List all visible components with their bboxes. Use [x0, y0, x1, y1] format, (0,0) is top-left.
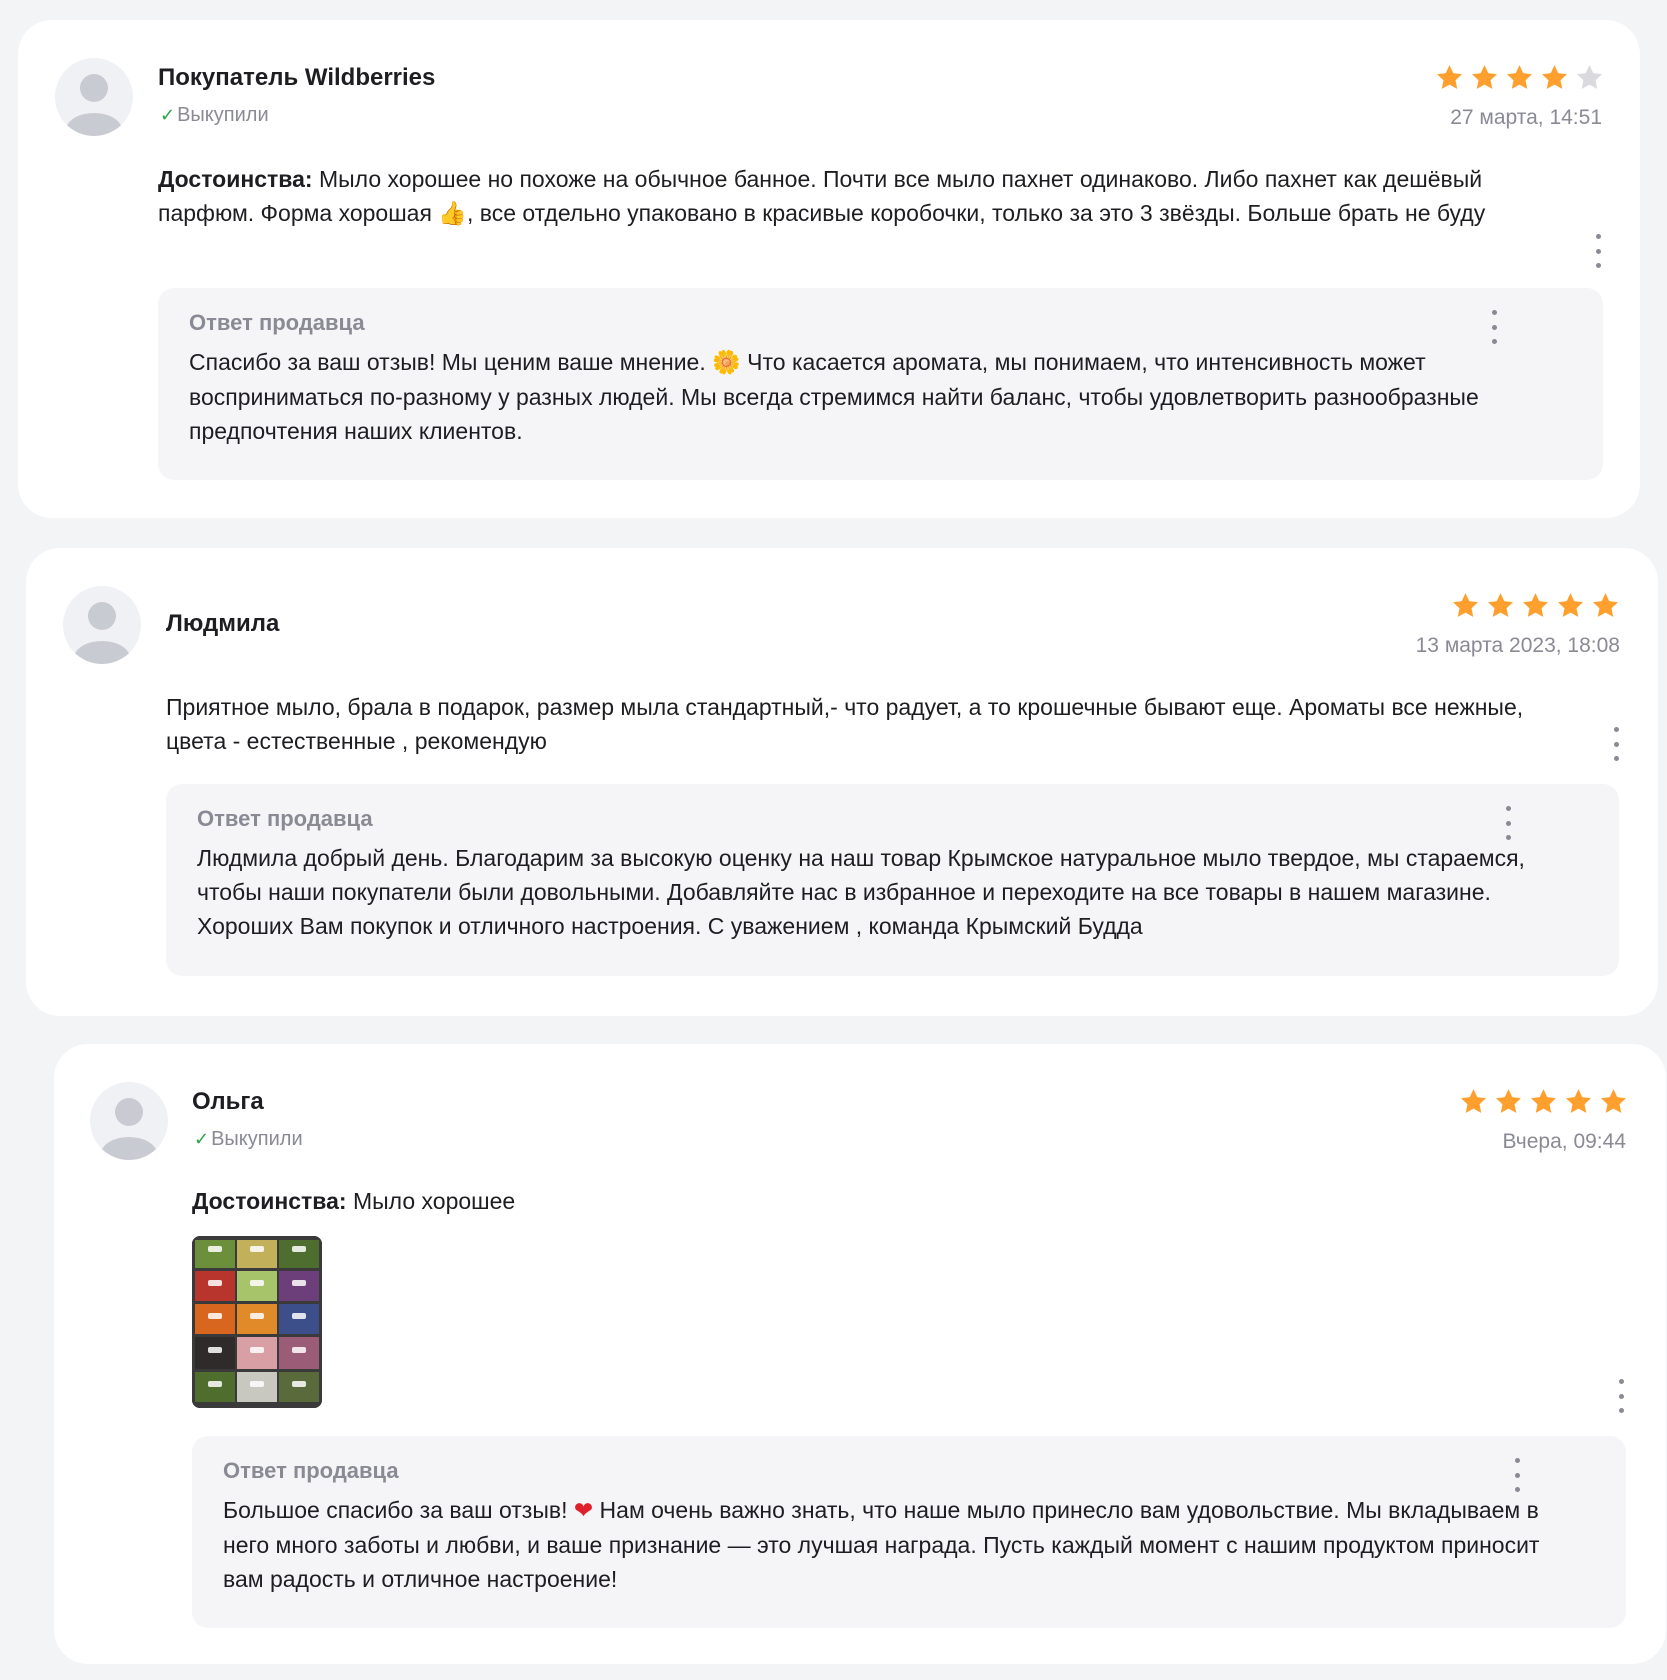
review-menu-icon[interactable]: [1614, 1379, 1628, 1413]
review-date: 13 марта 2023, 18:08: [1415, 634, 1620, 657]
reply-text-part: Большое спасибо за ваш отзыв!: [223, 1497, 574, 1523]
author-name: Покупатель Wildberries: [158, 64, 436, 91]
reply-text: Людмила добрый день. Благодарим за высок…: [197, 845, 1525, 939]
star-icon: [1523, 593, 1548, 617]
review-menu-icon[interactable]: [1609, 727, 1623, 761]
seller-reply: Ответ продавца Людмила добрый день. Благ…: [166, 784, 1619, 976]
reply-title: Ответ продавца: [223, 1458, 399, 1483]
reply-text: Спасибо за ваш отзыв! Мы ценим ваше мнен…: [189, 345, 1549, 448]
review-text: Достоинства: Мыло хорошее: [192, 1184, 1532, 1218]
purchase-status-label: Выкупили: [177, 104, 269, 126]
star-icon: [1531, 1089, 1556, 1113]
author-name: Людмила: [166, 610, 280, 637]
purchase-status: ✓ Выкупили: [194, 1128, 303, 1151]
review-text: Приятное мыло, брала в подарок, размер м…: [166, 694, 1524, 754]
star-icon: [1488, 593, 1513, 617]
rating-stars: [1451, 591, 1620, 620]
star-icon: [1461, 1089, 1486, 1113]
check-icon: ✓: [194, 1129, 210, 1149]
star-icon: [1453, 593, 1478, 617]
star-icon: [1472, 65, 1497, 89]
review-card: Ольга ✓ Выкупили Вчера, 09:44 Достоинств…: [54, 1044, 1666, 1664]
user-avatar-icon: [55, 58, 133, 136]
author-name: Ольга: [192, 1088, 264, 1115]
star-icon: [1566, 1089, 1591, 1113]
review-card: Покупатель Wildberries ✓ Выкупили 27 мар…: [18, 20, 1640, 518]
star-icon: [1577, 65, 1602, 89]
pros-label: Достоинства:: [158, 166, 313, 192]
purchase-status-label: Выкупили: [211, 1128, 303, 1150]
star-icon: [1437, 65, 1462, 89]
review-date: Вчера, 09:44: [1502, 1130, 1626, 1153]
review-text: Достоинства: Мыло хорошее но похоже на о…: [158, 162, 1508, 231]
reply-menu-icon[interactable]: [1510, 1458, 1524, 1492]
heart-emoji: ❤: [573, 1498, 594, 1524]
pros-label: Достоинства:: [192, 1188, 347, 1214]
star-icon: [1496, 1089, 1521, 1113]
review-menu-icon[interactable]: [1591, 234, 1605, 268]
seller-reply: Ответ продавца Спасибо за ваш отзыв! Мы …: [158, 288, 1603, 480]
purchase-status: ✓ Выкупили: [160, 104, 269, 127]
seller-reply: Ответ продавца Большое спасибо за ваш от…: [192, 1436, 1626, 1628]
review-photo[interactable]: [192, 1236, 322, 1408]
user-avatar-icon: [90, 1082, 168, 1160]
rating-stars: [1435, 63, 1604, 92]
star-icon: [1507, 65, 1532, 89]
star-icon: [1593, 593, 1618, 617]
review-date: 27 марта, 14:51: [1450, 106, 1602, 129]
review-card: Людмила 13 марта 2023, 18:08 Приятное мы…: [26, 548, 1658, 1016]
reply-text-part: Спасибо за ваш отзыв! Мы ценим ваше мнен…: [189, 349, 713, 375]
check-icon: ✓: [160, 105, 176, 125]
reply-menu-icon[interactable]: [1487, 310, 1501, 344]
thumbs-up-emoji: 👍: [438, 201, 467, 227]
reply-menu-icon[interactable]: [1501, 806, 1515, 840]
reply-text: Большое спасибо за ваш отзыв! ❤ Нам очен…: [223, 1493, 1543, 1596]
star-icon: [1542, 65, 1567, 89]
reply-title: Ответ продавца: [197, 806, 373, 831]
review-text-part: , все отдельно упаковано в красивые коро…: [466, 200, 1486, 226]
rating-stars: [1459, 1087, 1628, 1116]
user-avatar-icon: [63, 586, 141, 664]
star-icon: [1558, 593, 1583, 617]
review-text-part: Мыло хорошее: [346, 1188, 516, 1214]
reply-title: Ответ продавца: [189, 310, 365, 335]
star-icon: [1601, 1089, 1626, 1113]
flower-emoji: 🌼: [712, 350, 741, 376]
